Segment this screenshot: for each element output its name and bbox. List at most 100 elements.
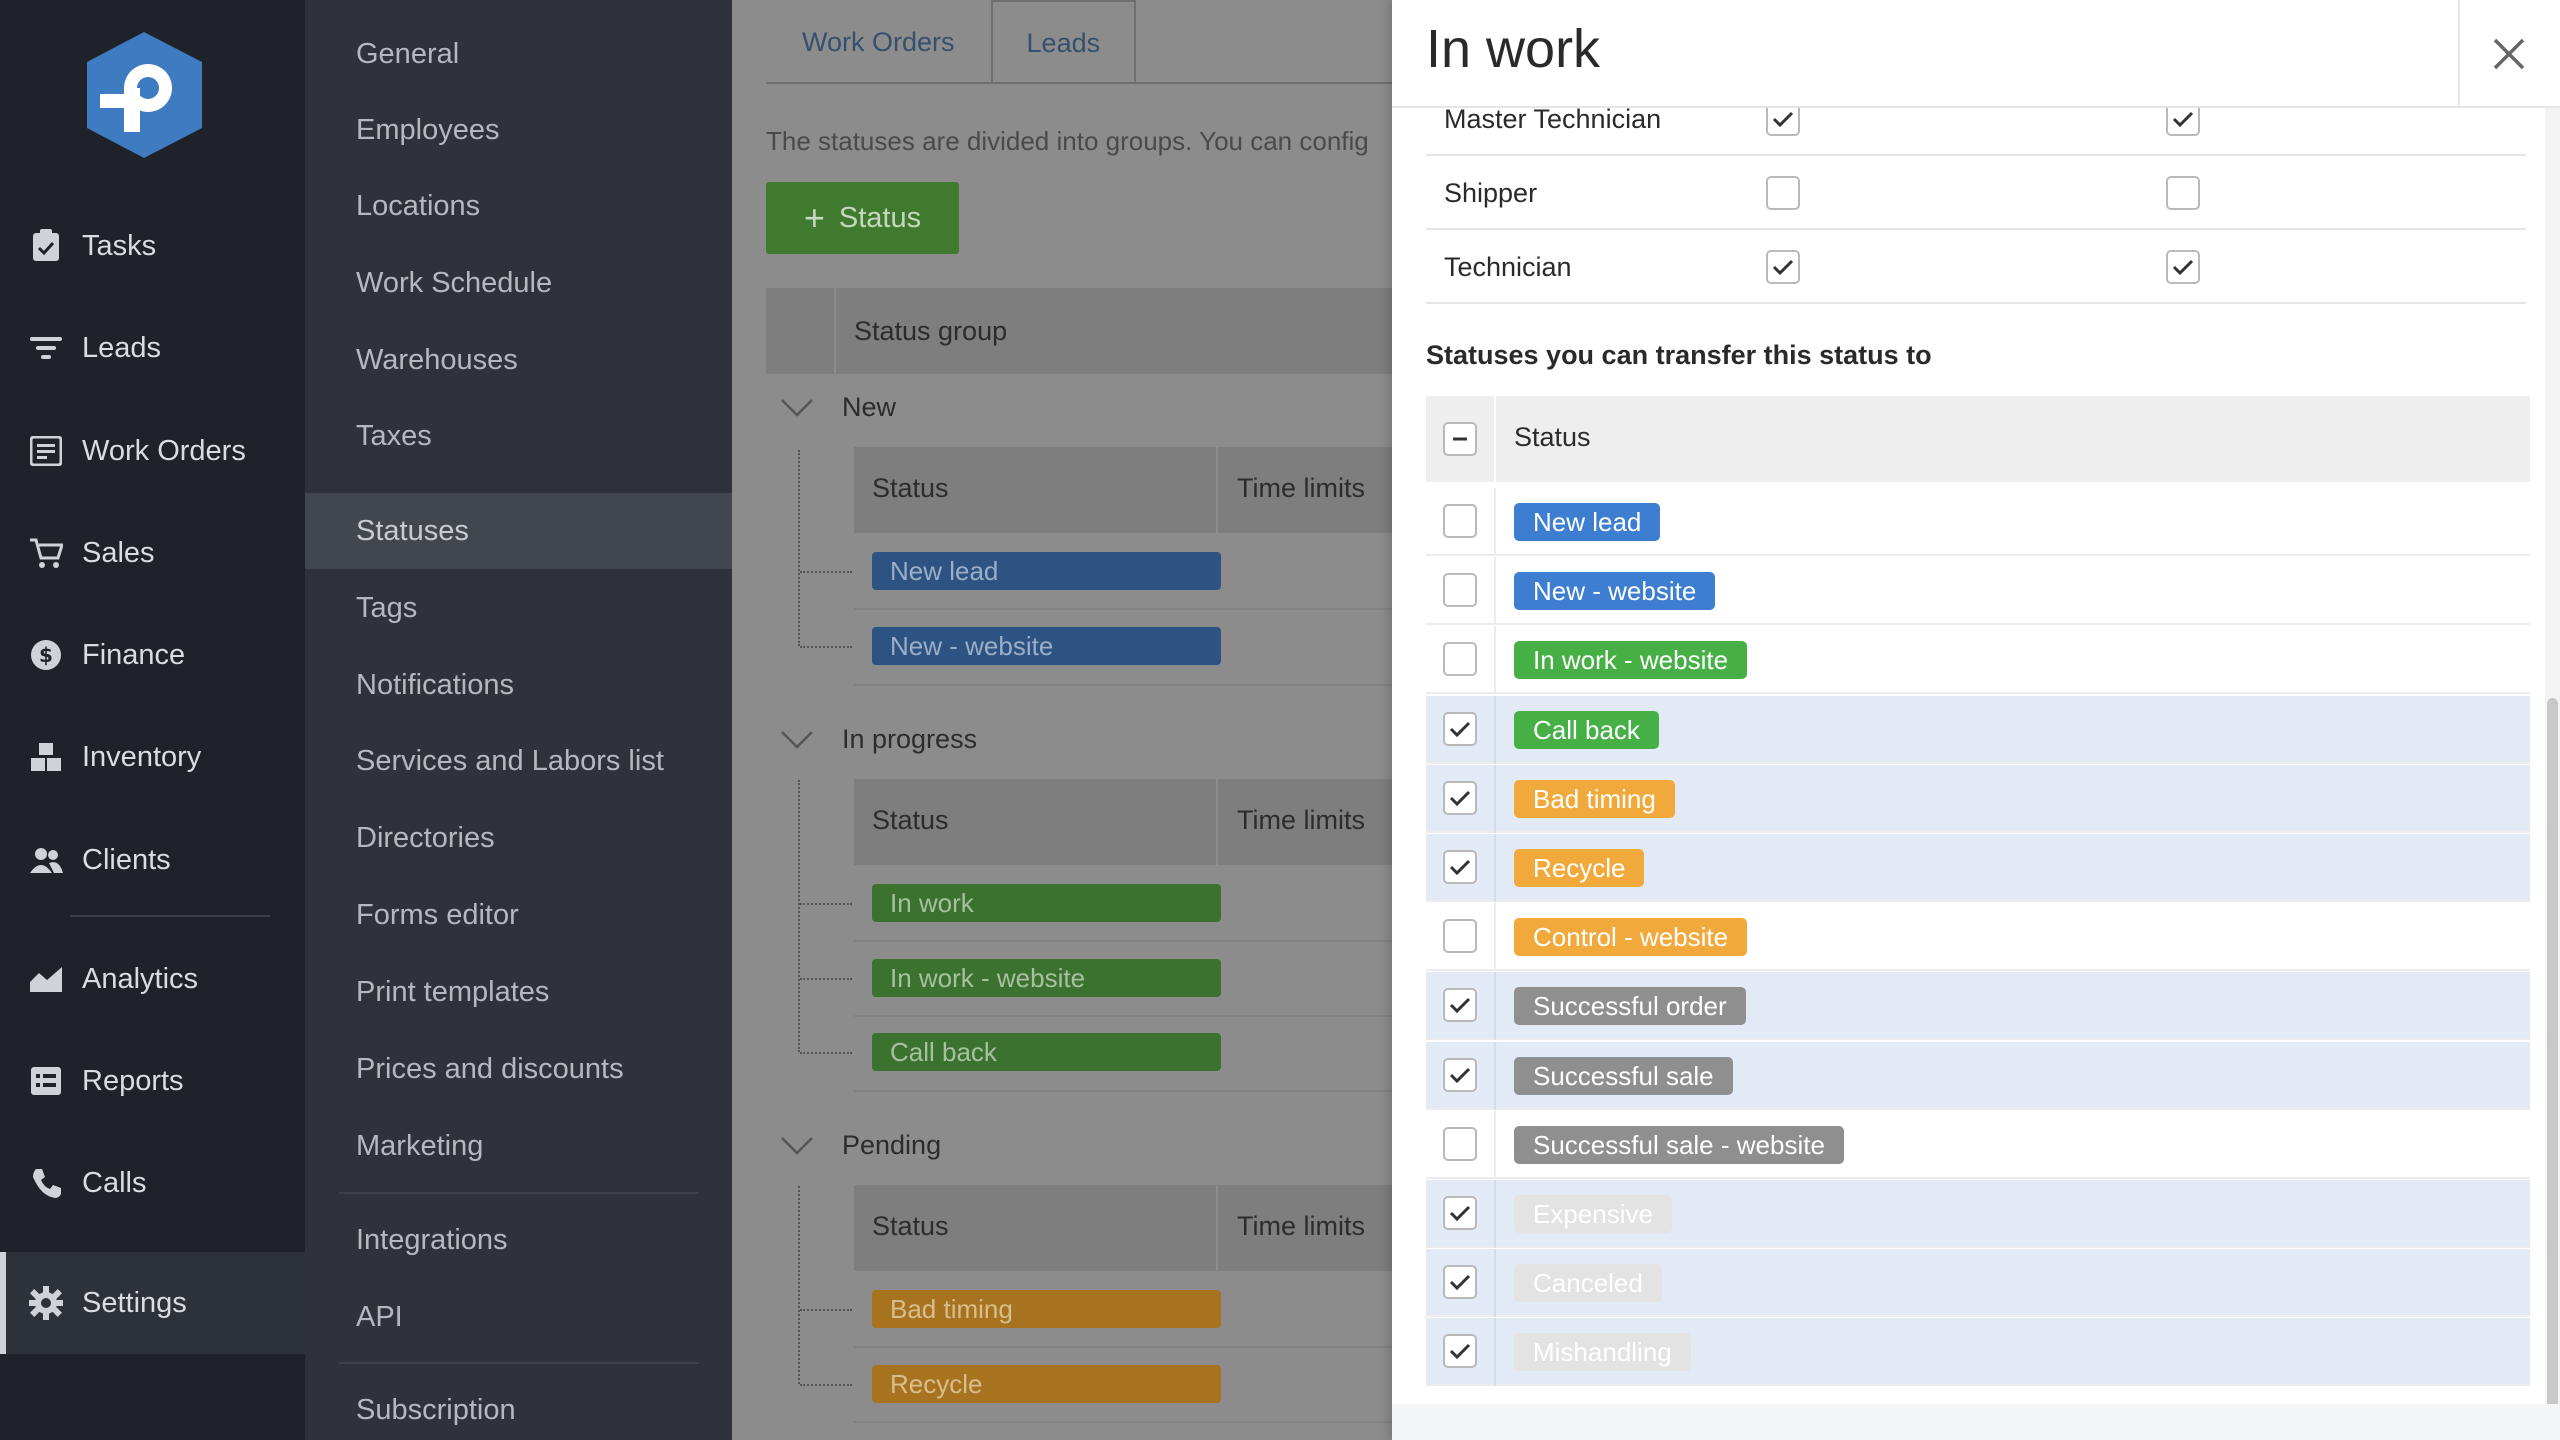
add-status-button[interactable]: + Status xyxy=(766,182,959,254)
status-group-in-progress[interactable]: In progress xyxy=(766,724,977,755)
submenu-item-forms-editor[interactable]: Forms editor xyxy=(305,877,732,953)
nav-item-finance[interactable]: $ Finance xyxy=(0,604,305,706)
tab-leads[interactable]: Leads xyxy=(990,0,1137,84)
status-pill[interactable]: In work - website xyxy=(872,959,1221,997)
transfer-status-row[interactable]: Recycle xyxy=(1426,834,2530,902)
role-checkbox[interactable] xyxy=(1766,250,1800,284)
submenu-item-general[interactable]: General xyxy=(305,16,732,92)
transfer-status-row[interactable]: Bad timing xyxy=(1426,765,2530,833)
nav-item-leads[interactable]: Leads xyxy=(0,297,305,399)
panel-footer xyxy=(1392,1404,2560,1440)
submenu-item-integrations[interactable]: Integrations xyxy=(305,1202,732,1278)
submenu-item-directories[interactable]: Directories xyxy=(305,800,732,876)
status-pill[interactable]: New lead xyxy=(872,552,1221,590)
status-subtable-header: Status Time limits xyxy=(854,447,1392,533)
close-button[interactable] xyxy=(2458,0,2558,108)
row-divider xyxy=(854,940,1392,942)
time-limits-column-header: Time limits xyxy=(1237,805,1365,835)
status-pill[interactable]: Bad timing xyxy=(872,1290,1221,1328)
svg-text:$: $ xyxy=(39,643,53,667)
status-checkbox[interactable] xyxy=(1443,1058,1477,1092)
row-divider xyxy=(854,1015,1392,1017)
transfer-status-row[interactable]: Canceled xyxy=(1426,1249,2530,1317)
submenu-item-print-templates[interactable]: Print templates xyxy=(305,954,732,1030)
status-pill[interactable]: Recycle xyxy=(872,1365,1221,1403)
nav-item-tasks[interactable]: Tasks xyxy=(0,195,305,297)
nav-item-calls[interactable]: Calls xyxy=(0,1132,305,1234)
panel-scrollbar[interactable] xyxy=(2545,108,2560,1440)
nav-item-analytics[interactable]: Analytics xyxy=(0,928,305,1030)
submenu-divider xyxy=(339,1192,699,1194)
submenu-item-statuses[interactable]: Statuses xyxy=(305,493,732,569)
transfer-status-row[interactable]: Mishandling xyxy=(1426,1318,2530,1386)
submenu-item-marketing[interactable]: Marketing xyxy=(305,1108,732,1184)
nav-item-work-orders[interactable]: Work Orders xyxy=(0,400,305,502)
submenu-item-warehouses[interactable]: Warehouses xyxy=(305,322,732,398)
transfer-status-row[interactable]: Successful sale - website xyxy=(1426,1111,2530,1179)
nav-item-clients[interactable]: Clients xyxy=(0,809,305,911)
role-checkbox[interactable] xyxy=(2166,250,2200,284)
status-checkbox[interactable] xyxy=(1443,642,1477,676)
transfer-status-row[interactable]: Successful order xyxy=(1426,972,2530,1040)
status-subtable-header: Status Time limits xyxy=(854,1185,1392,1271)
check-icon xyxy=(1449,859,1471,876)
submenu-item-api[interactable]: API xyxy=(305,1279,732,1355)
transfer-status-row[interactable]: New lead xyxy=(1426,488,2530,556)
nav-item-reports[interactable]: Reports xyxy=(0,1030,305,1132)
status-checkbox[interactable] xyxy=(1443,573,1477,607)
chevron-down-icon[interactable] xyxy=(780,730,814,750)
status-checkbox[interactable] xyxy=(1443,712,1477,746)
submenu-item-prices-and-discounts[interactable]: Prices and discounts xyxy=(305,1031,732,1107)
nav-label: Inventory xyxy=(82,740,202,773)
status-checkbox[interactable] xyxy=(1443,1196,1477,1230)
transfer-status-row[interactable]: Expensive xyxy=(1426,1180,2530,1248)
status-pill: Mishandling xyxy=(1514,1333,1691,1371)
status-checkbox[interactable] xyxy=(1443,781,1477,815)
transfer-status-row[interactable]: Successful sale xyxy=(1426,1042,2530,1110)
status-checkbox[interactable] xyxy=(1443,1334,1477,1368)
transfer-status-row[interactable]: In work - website xyxy=(1426,626,2530,694)
nav-item-sales[interactable]: Sales xyxy=(0,502,305,604)
status-group-new[interactable]: New xyxy=(766,392,896,423)
tree-line xyxy=(800,1052,852,1054)
status-checkbox[interactable] xyxy=(1443,919,1477,953)
nav-item-inventory[interactable]: Inventory xyxy=(0,706,305,808)
status-group-pending[interactable]: Pending xyxy=(766,1130,941,1161)
submenu-item-employees[interactable]: Employees xyxy=(305,92,732,168)
status-checkbox[interactable] xyxy=(1443,1265,1477,1299)
status-checkbox[interactable] xyxy=(1443,1127,1477,1161)
status-checkbox[interactable] xyxy=(1443,988,1477,1022)
check-icon xyxy=(1449,721,1471,738)
role-checkbox[interactable] xyxy=(2166,176,2200,210)
check-icon xyxy=(1449,1205,1471,1222)
status-checkbox[interactable] xyxy=(1443,850,1477,884)
chevron-down-icon[interactable] xyxy=(780,398,814,418)
transfer-status-row[interactable]: Call back xyxy=(1426,696,2530,764)
role-checkbox[interactable] xyxy=(1766,176,1800,210)
status-pill[interactable]: New - website xyxy=(872,627,1221,665)
status-pill[interactable]: Call back xyxy=(872,1033,1221,1071)
nav-label: Work Orders xyxy=(82,434,246,467)
submenu-item-locations[interactable]: Locations xyxy=(305,168,732,244)
status-pill: New lead xyxy=(1514,503,1661,541)
app-logo-icon[interactable] xyxy=(82,30,207,160)
submenu-item-services-and-labors[interactable]: Services and Labors list xyxy=(305,723,732,799)
submenu-item-taxes[interactable]: Taxes xyxy=(305,398,732,474)
scrollbar-thumb[interactable] xyxy=(2547,698,2558,1408)
nav-label: Calls xyxy=(82,1166,147,1199)
status-pill[interactable]: In work xyxy=(872,884,1221,922)
submenu-item-subscription[interactable]: Subscription xyxy=(305,1372,732,1440)
submenu-item-tags[interactable]: Tags xyxy=(305,570,732,646)
submenu-item-notifications[interactable]: Notifications xyxy=(305,647,732,723)
transfer-status-row[interactable]: New - website xyxy=(1426,557,2530,625)
chevron-down-icon[interactable] xyxy=(780,1136,814,1156)
status-checkbox[interactable] xyxy=(1443,504,1477,538)
time-limits-column-header: Time limits xyxy=(1237,473,1365,503)
tab-work-orders[interactable]: Work Orders xyxy=(766,0,991,84)
select-all-checkbox[interactable] xyxy=(1443,422,1477,456)
plus-icon: + xyxy=(803,197,825,238)
submenu-item-work-schedule[interactable]: Work Schedule xyxy=(305,245,732,321)
nav-item-settings[interactable]: Settings xyxy=(0,1252,305,1354)
transfer-status-row[interactable]: Control - website xyxy=(1426,903,2530,971)
status-column-header: Status xyxy=(872,805,949,835)
